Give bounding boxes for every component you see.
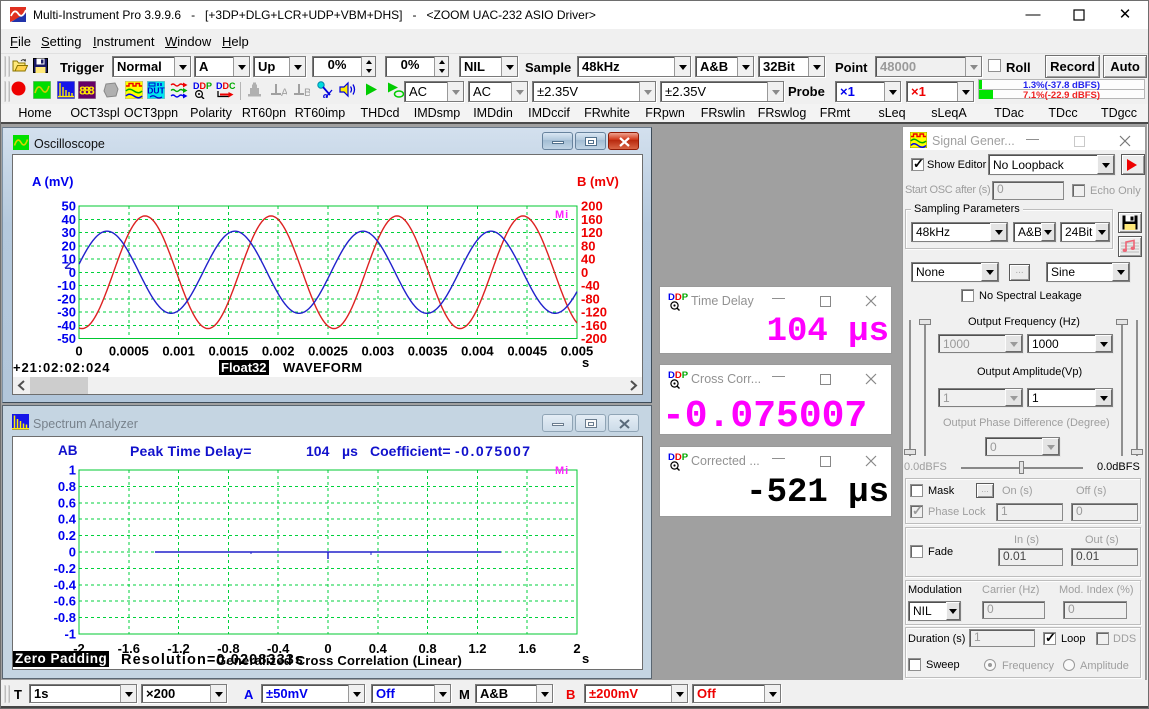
svg-text:-50: -50 xyxy=(57,331,76,346)
svg-text:DUT: DUT xyxy=(147,86,165,96)
svg-text:-0.6: -0.6 xyxy=(54,594,76,609)
svg-text:0.0015: 0.0015 xyxy=(209,344,249,359)
svg-text:0.2: 0.2 xyxy=(58,528,76,543)
svg-text:DDP: DDP xyxy=(668,452,689,463)
svg-text:0.0045: 0.0045 xyxy=(507,344,547,359)
svg-text:-0.2: -0.2 xyxy=(54,561,76,576)
svg-text:1.2: 1.2 xyxy=(468,641,486,656)
svg-text:0.4: 0.4 xyxy=(58,512,77,527)
svg-text:1.6: 1.6 xyxy=(518,641,536,656)
svg-text:0: 0 xyxy=(75,344,82,359)
svg-text:0.004: 0.004 xyxy=(461,344,494,359)
svg-text:DDP: DDP xyxy=(193,81,212,91)
svg-text:B: B xyxy=(304,87,310,97)
svg-text:-0.8: -0.8 xyxy=(54,610,76,625)
svg-text:DDC: DDC xyxy=(216,81,236,91)
svg-text:-1: -1 xyxy=(64,627,76,642)
svg-text:0.001: 0.001 xyxy=(162,344,195,359)
svg-text:-0.4: -0.4 xyxy=(54,577,77,592)
svg-text:2: 2 xyxy=(573,641,580,656)
svg-text:1: 1 xyxy=(69,463,76,478)
svg-text:DDP: DDP xyxy=(668,292,689,303)
svg-text:0.002: 0.002 xyxy=(262,344,295,359)
svg-text:888: 888 xyxy=(79,85,95,99)
svg-text:0.0025: 0.0025 xyxy=(308,344,348,359)
svg-text:0.0035: 0.0035 xyxy=(408,344,448,359)
svg-text:DDP: DDP xyxy=(668,370,689,381)
svg-text:0.003: 0.003 xyxy=(362,344,395,359)
svg-text:0: 0 xyxy=(69,545,76,560)
svg-text:0.8: 0.8 xyxy=(58,479,76,494)
svg-text:0.0005: 0.0005 xyxy=(109,344,149,359)
svg-text:A: A xyxy=(281,87,287,97)
svg-text:0.6: 0.6 xyxy=(58,495,76,510)
